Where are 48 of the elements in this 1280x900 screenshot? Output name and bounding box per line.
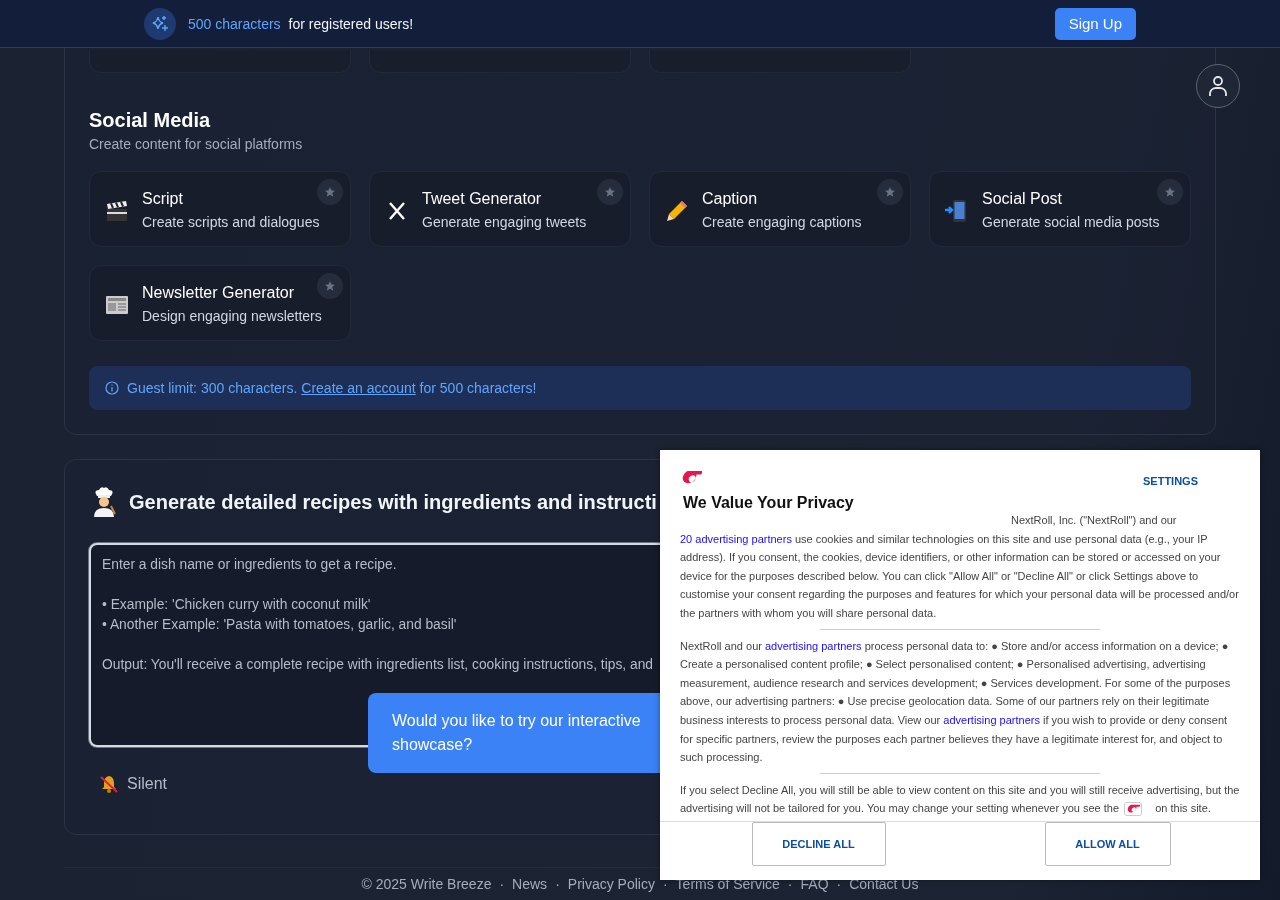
settings-link[interactable]: SETTINGS <box>1143 472 1198 491</box>
separator: · <box>499 876 505 892</box>
section-subtitle: Create content for social platforms <box>89 135 304 154</box>
info-icon <box>105 381 119 395</box>
silent-toggle[interactable]: Silent <box>89 771 178 797</box>
recipe-title: Generate detailed recipes with ingredients and instructi <box>129 490 657 514</box>
tool-title: Caption <box>702 189 759 209</box>
dialog-title: We Value Your Privacy <box>683 493 855 513</box>
advertising-partners-link[interactable]: advertising partners <box>765 639 862 652</box>
user-icon[interactable] <box>1196 64 1240 108</box>
banner-text: for registered users! <box>288 15 414 32</box>
separator: · <box>787 876 793 892</box>
notice-text: Guest limit: 300 characters. Create an account for 500 characters! <box>127 380 537 396</box>
tool-card[interactable]: Tweet Generator Generate engaging tweets <box>369 171 631 247</box>
separator: · <box>555 876 560 892</box>
separator: · <box>662 876 668 892</box>
tool-title: Tweet Generator <box>422 189 543 209</box>
tool-title: Newsletter Generator <box>142 283 296 303</box>
separator: · <box>836 876 842 892</box>
tool-card[interactable]: Newsletter Generator Design engaging newsletters <box>89 265 351 341</box>
tool-card[interactable]: Caption Create engaging captions <box>649 171 911 247</box>
sign-up-button[interactable]: Sign Up <box>1054 7 1136 40</box>
footer-link[interactable]: Privacy Policy <box>567 876 655 892</box>
muted-bell-icon <box>99 774 119 794</box>
showcase-tooltip[interactable]: Would you like to try our interactive showcase? <box>368 693 660 773</box>
decline-all-button[interactable]: DECLINE ALL <box>751 822 886 866</box>
section-title: Social Media <box>89 108 212 132</box>
copyright-text: © 2025 Write Breeze <box>361 876 492 892</box>
advertising-partners-link[interactable]: 20 advertising partners <box>680 532 792 545</box>
consent-paragraph: If you select Decline All, you will still be able to view content on this site and you will still receive advertising, but the advertising will not be tailored for you. You may change your setting whenever you see the on this site. <box>680 782 1240 818</box>
clapperboard-icon <box>104 198 130 224</box>
sparkle-icon <box>144 7 176 40</box>
tool-description: Generate engaging tweets <box>422 213 587 232</box>
tool-card[interactable]: Social Post Generate social media posts <box>929 171 1191 247</box>
tool-description: Create engaging captions <box>702 213 862 232</box>
tool-description: Generate social media posts <box>982 213 1160 232</box>
highlight-text: 500 characters <box>188 15 281 32</box>
nextroll-logo-icon[interactable] <box>1124 802 1143 817</box>
tool-title: Social Post <box>982 189 1064 209</box>
tool-description: Design engaging newsletters <box>142 307 322 326</box>
tool-description: Create scripts and dialogues <box>142 213 320 232</box>
advertising-partners-link[interactable]: advertising partners <box>943 713 1040 726</box>
create-account-link[interactable]: Create an account <box>301 380 416 396</box>
footer-link[interactable]: News <box>512 876 548 892</box>
tool-title: Script <box>142 189 184 209</box>
tool-card[interactable]: Script Create scripts and dialogues <box>89 171 351 247</box>
pencil-icon <box>664 198 690 224</box>
allow-all-button[interactable]: ALLOW ALL <box>1044 822 1171 866</box>
